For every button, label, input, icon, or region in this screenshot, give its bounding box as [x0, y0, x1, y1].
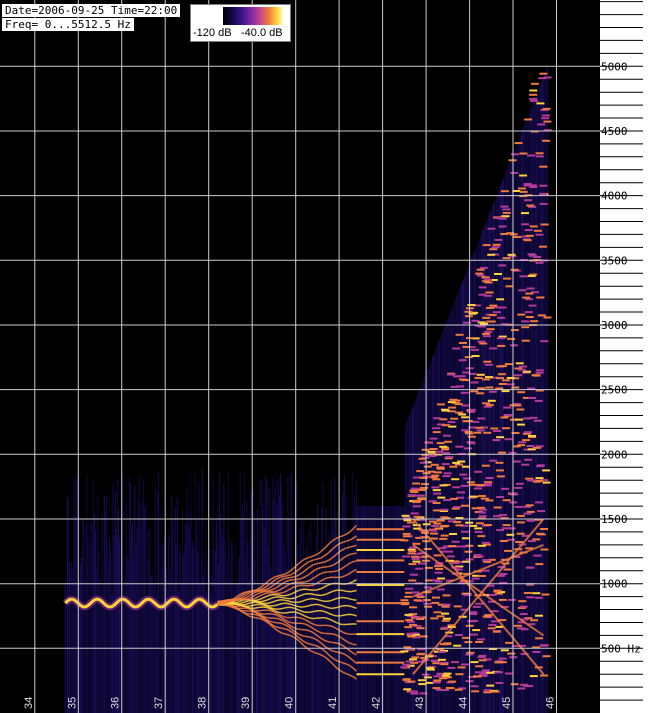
- x-tick-label: 44: [458, 697, 470, 709]
- x-tick-label: 40: [284, 697, 296, 709]
- y-tick-label: 2000: [601, 448, 628, 461]
- x-tick-label: 46: [545, 697, 557, 709]
- y-tick-label: 1000: [601, 578, 628, 591]
- y-tick-label: 5000: [601, 60, 628, 73]
- colorbar-min-label: -120 dB: [193, 27, 232, 39]
- colorbar-gradient: [223, 7, 283, 25]
- x-tick-label: 34: [23, 697, 35, 709]
- frequency-range-label: Freq= 0...5512.5 Hz: [2, 18, 134, 31]
- y-tick-label: 4500: [601, 125, 628, 138]
- y-tick-label: 2500: [601, 384, 628, 397]
- spectrogram-plot: 500 Hz 1000 1500 2000 2500 3000 3500 4000 4500 50…: [0, 0, 648, 713]
- y-tick-label: 1500: [601, 513, 628, 526]
- x-tick-label: 45: [501, 697, 513, 709]
- x-tick-label: 39: [240, 697, 252, 709]
- colorbar-max-label: -40.0 dB: [241, 27, 283, 39]
- y-tick-label: 4000: [601, 190, 628, 203]
- y-tick-label: 500 Hz: [601, 642, 641, 655]
- x-tick-label: 42: [371, 697, 383, 709]
- y-tick-label: 3000: [601, 319, 628, 332]
- x-tick-label: 43: [414, 697, 426, 709]
- axis-panel: [600, 0, 648, 713]
- x-tick-label: 37: [153, 697, 165, 709]
- x-tick-label: 36: [110, 697, 122, 709]
- date-time-label: Date=2006-09-25 Time=22:00: [2, 4, 181, 17]
- x-tick-label: 35: [66, 697, 78, 709]
- colorbar-legend: -120 dB -40.0 dB: [190, 4, 291, 42]
- x-tick-label: 41: [327, 697, 339, 709]
- y-tick-label: 3500: [601, 254, 628, 267]
- x-tick-label: 38: [197, 697, 209, 709]
